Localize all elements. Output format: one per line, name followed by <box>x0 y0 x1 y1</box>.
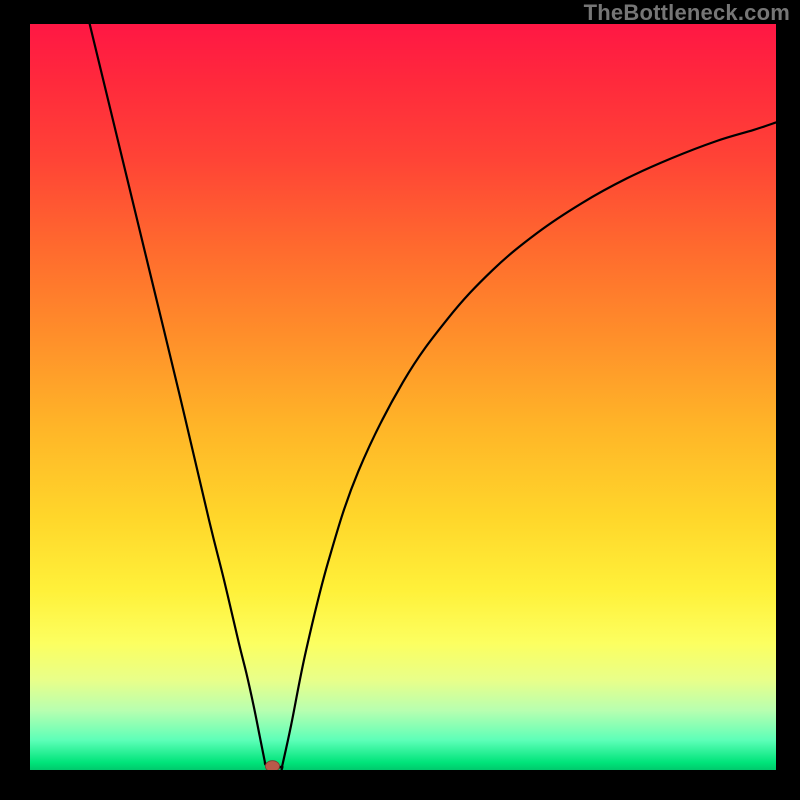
watermark-text: TheBottleneck.com <box>584 0 790 26</box>
bottleneck-curve <box>90 24 776 769</box>
plot-area <box>30 24 776 770</box>
curve-svg <box>30 24 776 770</box>
minimum-marker <box>265 761 279 770</box>
chart-frame: TheBottleneck.com <box>0 0 800 800</box>
